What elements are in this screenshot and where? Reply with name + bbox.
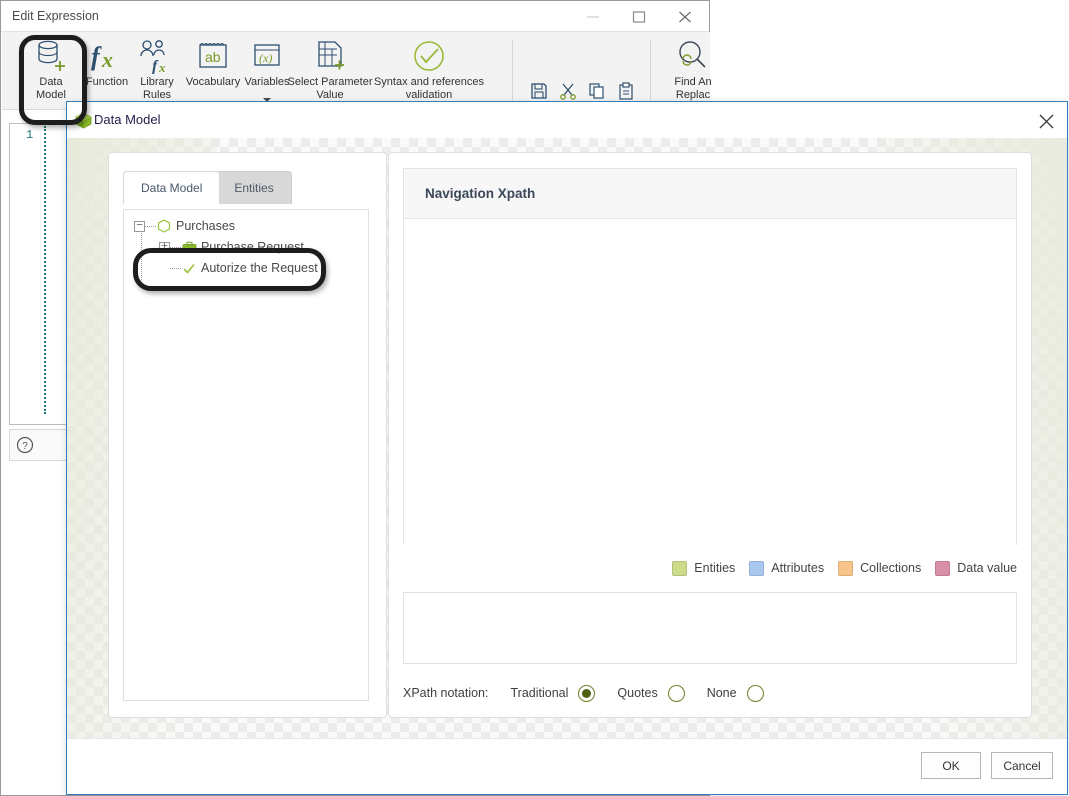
xpath-canvas[interactable] bbox=[404, 219, 1016, 545]
ribbon-syntax-validation-button[interactable]: Syntax and references validation bbox=[362, 36, 496, 110]
dialog-body: Data Model Entities − Purchases + Purcha… bbox=[67, 138, 1067, 757]
legend-label-entities: Entities bbox=[694, 561, 736, 575]
dialog-close-button[interactable] bbox=[1035, 110, 1057, 132]
ribbon-label-line1: Syntax and references bbox=[373, 76, 485, 88]
svg-text:f: f bbox=[91, 42, 102, 71]
dialog-footer: OK Cancel bbox=[67, 738, 1067, 794]
radio-label-none: None bbox=[706, 686, 737, 700]
copy-icon bbox=[589, 83, 604, 99]
tree-node-purchase-request[interactable]: + Purchase Request bbox=[159, 237, 304, 257]
navigation-xpath-panel: Navigation Xpath Entities Attributes Col… bbox=[388, 152, 1032, 718]
green-cube-icon bbox=[75, 112, 92, 134]
legend-label-data-value: Data value bbox=[957, 561, 1017, 575]
svg-text:x: x bbox=[101, 47, 113, 72]
xpath-output-textarea[interactable] bbox=[403, 592, 1017, 664]
window-title: Edit Expression bbox=[12, 9, 99, 23]
save-icon bbox=[531, 83, 547, 99]
legend-label-collections: Collections bbox=[860, 561, 922, 575]
radio-quotes[interactable] bbox=[667, 684, 685, 702]
close-icon bbox=[1039, 114, 1053, 128]
legend-swatch-collections bbox=[838, 560, 854, 576]
svg-text:(x): (x) bbox=[259, 51, 272, 65]
cut-icon bbox=[560, 83, 576, 100]
minimize-icon bbox=[587, 16, 599, 18]
data-model-tree[interactable]: − Purchases + Purchase Request Autorize … bbox=[123, 209, 369, 701]
check-icon bbox=[181, 262, 197, 275]
radio-label-quotes: Quotes bbox=[617, 686, 658, 700]
svg-text:x: x bbox=[158, 60, 166, 74]
legend-label-attributes: Attributes bbox=[771, 561, 825, 575]
xpath-notation-row: XPath notation: Traditional Quotes None bbox=[403, 681, 786, 705]
ribbon-separator bbox=[512, 40, 513, 102]
xpath-visual-box: Navigation Xpath bbox=[403, 168, 1017, 545]
ok-button[interactable]: OK bbox=[921, 752, 981, 779]
tree-connector bbox=[170, 267, 181, 269]
tab-data-model[interactable]: Data Model bbox=[123, 171, 221, 204]
dialog-title: Data Model bbox=[94, 112, 161, 127]
radio-none[interactable] bbox=[746, 684, 764, 702]
tab-entities[interactable]: Entities bbox=[216, 171, 292, 204]
window-titlebar: Edit Expression bbox=[1, 1, 709, 32]
minimize-button[interactable] bbox=[571, 1, 617, 31]
editor-indent-guide bbox=[44, 126, 46, 414]
tree-connector bbox=[141, 230, 142, 280]
tree-connector bbox=[170, 246, 181, 248]
close-icon bbox=[679, 11, 691, 23]
tree-node-label: Autorize the Request bbox=[201, 261, 318, 275]
paste-icon bbox=[619, 82, 633, 100]
ribbon-separator bbox=[650, 40, 651, 102]
radio-option-quotes[interactable]: Quotes bbox=[617, 684, 685, 702]
check-circle-icon bbox=[362, 36, 496, 76]
find-replace-label-line1: Find An bbox=[674, 76, 712, 88]
radio-option-traditional[interactable]: Traditional bbox=[510, 684, 596, 702]
legend-swatch-entities bbox=[672, 560, 688, 576]
data-model-panel: Data Model Entities − Purchases + Purcha… bbox=[108, 152, 387, 718]
maximize-icon bbox=[632, 11, 646, 23]
help-circle-icon[interactable]: ? bbox=[16, 436, 34, 459]
legend: Entities Attributes Collections Data val… bbox=[403, 557, 1017, 579]
xpath-box-header: Navigation Xpath bbox=[404, 169, 1016, 219]
radio-label-traditional: Traditional bbox=[510, 686, 569, 700]
ribbon-find-and-replace-button[interactable]: Find An Replac bbox=[658, 36, 728, 110]
tree-expander-expand[interactable]: + bbox=[159, 241, 170, 253]
tree-node-autorize-the-request[interactable]: Autorize the Request bbox=[159, 258, 318, 278]
legend-item-data-value: Data value bbox=[935, 560, 1017, 576]
tree-expander-collapse[interactable]: − bbox=[134, 220, 145, 232]
legend-item-attributes: Attributes bbox=[749, 560, 825, 576]
tab-data-model-label: Data Model bbox=[141, 181, 203, 195]
find-replace-icon bbox=[658, 36, 728, 76]
svg-text:ab: ab bbox=[205, 49, 221, 65]
legend-swatch-data-value bbox=[935, 560, 951, 576]
dialog-header: Data Model bbox=[67, 102, 1067, 138]
tree-node-label: Purchases bbox=[176, 219, 236, 233]
radio-traditional[interactable] bbox=[578, 684, 596, 702]
legend-item-collections: Collections bbox=[838, 560, 922, 576]
hexagon-outline-icon bbox=[156, 219, 172, 233]
navigation-xpath-title: Navigation Xpath bbox=[425, 186, 536, 201]
close-window-button[interactable] bbox=[663, 1, 709, 31]
svg-text:?: ? bbox=[22, 441, 28, 452]
svg-text:f: f bbox=[152, 58, 159, 74]
radio-selected-dot bbox=[582, 688, 592, 698]
briefcase-icon bbox=[181, 241, 197, 254]
legend-item-entities: Entities bbox=[672, 560, 736, 576]
tab-bar: Data Model Entities bbox=[123, 171, 292, 204]
data-model-dialog: Data Model Data Model Entities − Purchas… bbox=[66, 101, 1068, 795]
editor-line-number: 1 bbox=[26, 128, 34, 142]
radio-option-none[interactable]: None bbox=[706, 684, 764, 702]
maximize-button[interactable] bbox=[617, 1, 663, 31]
xpath-notation-label: XPath notation: bbox=[403, 686, 489, 700]
tree-connector bbox=[145, 225, 156, 227]
cancel-button[interactable]: Cancel bbox=[991, 752, 1053, 779]
legend-swatch-attributes bbox=[749, 560, 765, 576]
tab-entities-label: Entities bbox=[234, 181, 274, 195]
tree-node-label: Purchase Request bbox=[201, 240, 304, 254]
tree-node-purchases[interactable]: − Purchases bbox=[134, 216, 235, 236]
ribbon-toolbar: Data Model f x Function f x Library Rule… bbox=[2, 32, 712, 122]
